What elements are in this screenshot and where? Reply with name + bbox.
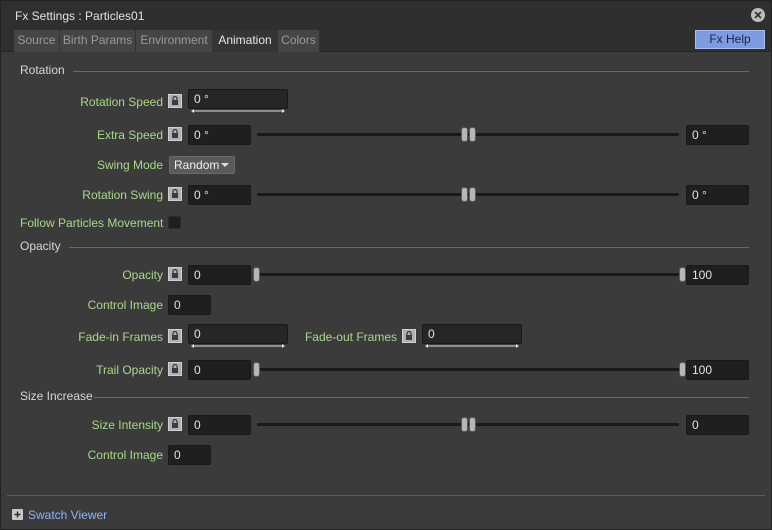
tab-environment[interactable]: Environment: [136, 30, 213, 52]
fade-in-range-arrow: [191, 344, 285, 348]
trail-opacity-slider-handle-min[interactable]: [253, 362, 260, 377]
lock-icon[interactable]: [168, 187, 182, 201]
lock-icon[interactable]: [168, 267, 182, 281]
size-control-image-field[interactable]: 0: [168, 445, 211, 465]
opacity-slider-handle-max[interactable]: [679, 267, 686, 282]
extra-speed-max-field[interactable]: 0 °: [686, 125, 749, 145]
extra-speed-slider-handle-max[interactable]: [469, 127, 476, 142]
swing-mode-value: Random: [174, 158, 220, 172]
fx-settings-window: Fx Settings : Particles01 Source Birth P…: [0, 0, 772, 530]
section-title-size-increase: Size Increase: [20, 389, 93, 403]
fade-out-frames-label: Fade-out Frames: [304, 330, 397, 344]
follow-movement-label: Follow Particles Movement: [20, 216, 164, 230]
fade-in-frames-field[interactable]: 0: [188, 324, 288, 344]
rotation-swing-max-field[interactable]: 0 °: [686, 185, 749, 205]
section-divider: [94, 397, 749, 398]
extra-speed-min-field[interactable]: 0 °: [188, 125, 251, 145]
swing-mode-label: Swing Mode: [96, 158, 163, 172]
opacity-max-field[interactable]: 100: [686, 265, 749, 285]
tab-birth-params[interactable]: Birth Params: [60, 30, 136, 52]
window-title: Fx Settings : Particles01: [15, 9, 145, 23]
fade-in-frames-label: Fade-in Frames: [78, 330, 163, 344]
title-bar: Fx Settings : Particles01: [1, 1, 771, 29]
extra-speed-slider-handle-min[interactable]: [461, 127, 468, 142]
opacity-control-image-field[interactable]: 0: [168, 295, 211, 315]
trail-opacity-max-field[interactable]: 100: [686, 360, 749, 380]
animation-panel: Rotation Rotation Speed 0 ° Extra Speed …: [1, 53, 771, 529]
size-intensity-slider-handle-min[interactable]: [461, 417, 468, 432]
opacity-min-field[interactable]: 0: [188, 265, 251, 285]
trail-opacity-slider-track[interactable]: [257, 368, 679, 371]
size-intensity-label: Size Intensity: [91, 418, 163, 432]
footer-divider: [7, 495, 765, 496]
extra-speed-slider-track[interactable]: [257, 133, 679, 136]
lock-icon[interactable]: [168, 417, 182, 431]
opacity-slider-handle-min[interactable]: [253, 267, 260, 282]
section-title-rotation: Rotation: [20, 63, 65, 77]
control-image-label: Control Image: [87, 448, 163, 462]
size-intensity-min-field[interactable]: 0: [188, 415, 251, 435]
rotation-swing-slider-handle-max[interactable]: [469, 187, 476, 202]
size-intensity-max-field[interactable]: 0: [686, 415, 749, 435]
fx-help-button[interactable]: Fx Help: [695, 30, 765, 49]
rotation-speed-range-arrow: [191, 109, 285, 113]
tab-source[interactable]: Source: [14, 30, 60, 52]
close-icon[interactable]: [751, 8, 765, 22]
section-divider: [73, 71, 749, 72]
fade-out-range-arrow: [425, 344, 519, 348]
lock-icon[interactable]: [402, 329, 416, 343]
rotation-swing-min-field[interactable]: 0 °: [188, 185, 251, 205]
lock-icon[interactable]: [168, 362, 182, 376]
follow-movement-checkbox[interactable]: [168, 216, 181, 229]
opacity-label: Opacity: [122, 268, 163, 282]
lock-icon[interactable]: [168, 329, 182, 343]
section-divider: [69, 247, 749, 248]
lock-icon[interactable]: [168, 94, 182, 108]
tab-bar: Source Birth Params Environment Animatio…: [1, 29, 771, 52]
extra-speed-label: Extra Speed: [96, 128, 163, 142]
swatch-viewer-toggle[interactable]: Swatch Viewer: [28, 508, 107, 522]
opacity-slider-track[interactable]: [257, 273, 679, 276]
rotation-swing-slider-track[interactable]: [257, 193, 679, 196]
lock-icon[interactable]: [168, 127, 182, 141]
size-intensity-slider-track[interactable]: [257, 423, 679, 426]
tab-animation[interactable]: Animation: [213, 30, 278, 52]
trail-opacity-slider-handle-max[interactable]: [679, 362, 686, 377]
section-title-opacity: Opacity: [20, 239, 61, 253]
trail-opacity-label: Trail Opacity: [96, 363, 163, 377]
control-image-label: Control Image: [87, 298, 163, 312]
rotation-speed-label: Rotation Speed: [80, 95, 163, 109]
rotation-swing-label: Rotation Swing: [82, 188, 163, 202]
size-intensity-slider-handle-max[interactable]: [469, 417, 476, 432]
fade-out-frames-field[interactable]: 0: [422, 324, 522, 344]
swing-mode-dropdown[interactable]: Random: [169, 156, 235, 174]
tab-colors[interactable]: Colors: [278, 30, 320, 52]
rotation-speed-field[interactable]: 0 °: [188, 89, 288, 109]
trail-opacity-min-field[interactable]: 0: [188, 360, 251, 380]
rotation-swing-slider-handle-min[interactable]: [461, 187, 468, 202]
plus-expand-icon[interactable]: [12, 509, 23, 520]
chevron-down-icon: [221, 163, 229, 167]
